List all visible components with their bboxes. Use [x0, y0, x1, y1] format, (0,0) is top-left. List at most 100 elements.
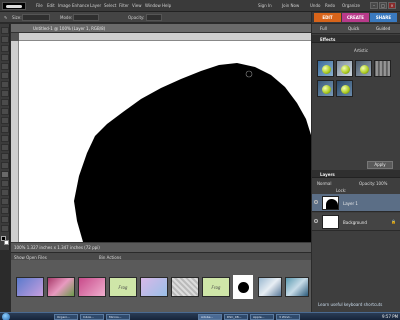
organize-button[interactable]: Organize — [342, 3, 360, 8]
bin-item-10[interactable] — [285, 277, 309, 297]
hand-tool-icon[interactable] — [1, 45, 9, 52]
menu-layer[interactable]: Layer — [90, 3, 101, 8]
red-eye-tool-icon[interactable] — [1, 135, 9, 142]
layer-name[interactable]: Layer 1 — [343, 201, 358, 206]
layer-name[interactable]: Background — [343, 220, 367, 225]
menu-image[interactable]: Image — [58, 3, 71, 8]
bin-item-3[interactable] — [78, 277, 106, 297]
minimize-icon[interactable]: – — [370, 2, 378, 9]
paint-bucket-tool-icon[interactable] — [1, 189, 9, 196]
mode-tabs: EDIT CREATE SHARE — [312, 12, 400, 23]
menu-view[interactable]: View — [132, 3, 142, 8]
taskbar-item-5[interactable]: DSC_08... — [224, 314, 248, 320]
shape-tool-icon[interactable] — [1, 207, 9, 214]
image-canvas[interactable] — [19, 41, 311, 242]
toolbox — [0, 24, 10, 250]
tab-quick-edit[interactable]: Quick — [348, 26, 359, 31]
bin-item-2[interactable] — [47, 277, 75, 297]
smart-brush-tool-icon[interactable] — [1, 180, 9, 187]
taskbar-item-6[interactable]: Apple... — [250, 314, 274, 320]
cookie-cutter-tool-icon[interactable] — [1, 117, 9, 124]
lasso-tool-icon[interactable] — [1, 72, 9, 79]
windows-taskbar: Organi... Inbox... Micros... Adobe... DS… — [0, 312, 400, 320]
straighten-tool-icon[interactable] — [1, 126, 9, 133]
start-orb-icon[interactable] — [2, 313, 10, 320]
size-field[interactable] — [22, 14, 50, 21]
effects-panel-header[interactable]: Effects — [312, 35, 400, 43]
maximize-icon[interactable]: □ — [379, 2, 387, 9]
menu-window[interactable]: Window — [145, 3, 161, 8]
keyboard-shortcuts-hint[interactable]: Learn useful keyboard shortcuts — [318, 302, 382, 307]
blur-tool-icon[interactable] — [1, 216, 9, 223]
vertical-ruler — [11, 41, 19, 242]
type-tool-icon[interactable] — [1, 99, 9, 106]
layer-opacity-field[interactable]: 100% — [376, 181, 387, 186]
mode-dropdown[interactable] — [73, 14, 99, 21]
effect-thumb-1[interactable] — [317, 60, 334, 77]
menu-enhance[interactable]: Enhance — [72, 3, 89, 8]
document-tab[interactable]: Untitled-1 @ 100% (Layer 1, RGB/8) — [11, 24, 311, 33]
marquee-tool-icon[interactable] — [1, 63, 9, 70]
eraser-tool-icon[interactable] — [1, 162, 9, 169]
layer-row-layer-1[interactable]: Layer 1 — [312, 194, 400, 212]
menu-bar: File Edit Image Enhance Layer Select Fil… — [0, 0, 400, 12]
status-text: 100% 1.327 inches x 1.347 inches (72 ppi… — [14, 245, 100, 250]
brush-tool-icon: ✎ — [4, 15, 8, 20]
opacity-field[interactable] — [146, 14, 162, 21]
tab-full-edit[interactable]: Full — [320, 26, 327, 31]
quick-selection-tool-icon[interactable] — [1, 90, 9, 97]
effect-thumb-3[interactable] — [355, 60, 372, 77]
bin-item-7[interactable]: Frog — [202, 277, 230, 297]
eye-icon[interactable] — [314, 200, 318, 204]
taskbar-item-3[interactable]: Micros... — [106, 314, 130, 320]
eyedropper-tool-icon[interactable] — [1, 54, 9, 61]
clone-stamp-tool-icon[interactable] — [1, 153, 9, 160]
menu-help[interactable]: Help — [162, 3, 171, 8]
tab-create[interactable]: CREATE — [342, 13, 369, 22]
menu-select[interactable]: Select — [104, 3, 116, 8]
bin-item-6[interactable] — [171, 277, 199, 297]
close-icon[interactable]: × — [388, 2, 396, 9]
tab-share[interactable]: SHARE — [370, 13, 397, 22]
layer-row-background[interactable]: Background 🔒 — [312, 213, 400, 231]
effect-thumb-2[interactable] — [336, 60, 353, 77]
apply-button[interactable]: Apply — [367, 161, 393, 169]
gradient-tool-icon[interactable] — [1, 198, 9, 205]
blend-mode-dropdown[interactable]: Normal — [317, 181, 331, 186]
menu-filter[interactable]: Filter — [119, 3, 129, 8]
eye-icon[interactable] — [314, 219, 318, 223]
tab-edit[interactable]: EDIT — [314, 13, 341, 22]
taskbar-item-7[interactable]: 3 Wind... — [276, 314, 300, 320]
effects-category[interactable]: Artistic — [354, 48, 368, 53]
taskbar-item-1[interactable]: Organi... — [54, 314, 78, 320]
bin-item-9[interactable] — [258, 277, 282, 297]
redo-button[interactable]: Redo — [325, 3, 335, 8]
brush-tool-icon[interactable] — [1, 171, 9, 178]
move-tool-icon[interactable] — [1, 27, 9, 34]
magic-wand-tool-icon[interactable] — [1, 81, 9, 88]
background-color-swatch[interactable] — [4, 240, 9, 245]
taskbar-item-2[interactable]: Inbox... — [80, 314, 104, 320]
tab-guided-edit[interactable]: Guided — [376, 26, 390, 31]
join-now-link[interactable]: Join Now — [282, 3, 299, 8]
effect-thumb-5[interactable] — [317, 80, 334, 97]
layers-panel-header[interactable]: Layers — [312, 170, 400, 178]
effect-thumb-6[interactable] — [336, 80, 353, 97]
sponge-tool-icon[interactable] — [1, 225, 9, 232]
menu-file[interactable]: File — [36, 3, 43, 8]
taskbar-item-4[interactable]: Adobe... — [198, 314, 222, 320]
bin-item-1[interactable] — [16, 277, 44, 297]
status-bar: 100% 1.327 inches x 1.347 inches (72 ppi… — [11, 242, 311, 252]
bin-item-8-active[interactable] — [233, 275, 253, 299]
healing-brush-tool-icon[interactable] — [1, 144, 9, 151]
zoom-tool-icon[interactable] — [1, 36, 9, 43]
document-area: Untitled-1 @ 100% (Layer 1, RGB/8) 100% … — [11, 24, 311, 252]
effect-thumb-4[interactable] — [374, 60, 391, 77]
opacity-label: Opacity: — [128, 15, 145, 20]
undo-button[interactable]: Undo — [310, 3, 320, 8]
sign-in-link[interactable]: Sign In — [258, 3, 272, 8]
bin-item-5[interactable] — [140, 277, 168, 297]
crop-tool-icon[interactable] — [1, 108, 9, 115]
bin-item-4[interactable]: Frog — [109, 277, 137, 297]
menu-edit[interactable]: Edit — [47, 3, 55, 8]
